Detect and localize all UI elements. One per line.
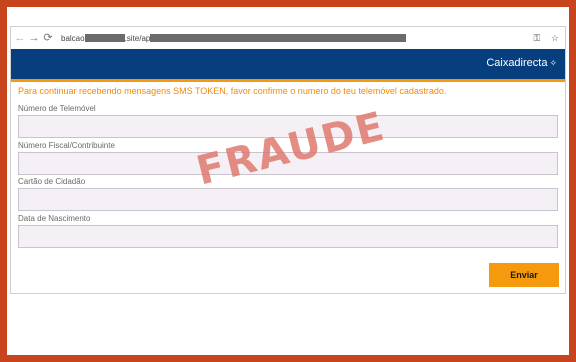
brand-name: Caixadirecta — [486, 57, 548, 69]
site-header: Caixadirecta ✧ — [11, 49, 565, 82]
field-label-cc: Cartão de Cidadão — [18, 177, 86, 186]
birth-date-input[interactable] — [18, 225, 558, 248]
url-field[interactable]: balcao .site/ap — [61, 33, 407, 43]
url-middle: .site/ap — [124, 33, 151, 43]
brand-mark-icon: ✧ — [549, 58, 557, 68]
url-redaction — [84, 34, 125, 42]
arrow-right-icon[interactable]: → — [27, 27, 41, 49]
address-bar: ← → ⟳ balcao .site/ap ⚿ ☆ — [11, 27, 565, 49]
field-label-phone: Número de Telemóvel — [18, 104, 96, 113]
star-icon[interactable]: ☆ — [551, 33, 559, 43]
key-icon[interactable]: ⚿ — [534, 33, 541, 43]
citizen-card-input[interactable] — [18, 188, 558, 211]
field-label-nif: Número Fiscal/Contribuinte — [18, 141, 115, 150]
url-redaction — [150, 34, 407, 42]
field-label-dob: Data de Nascimento — [18, 214, 91, 223]
submit-button[interactable]: Enviar — [489, 263, 559, 287]
arrow-left-icon[interactable]: ← — [13, 27, 27, 49]
reload-icon[interactable]: ⟳ — [41, 27, 55, 49]
instruction-message: Para continuar recebendo mensagens SMS T… — [18, 86, 447, 96]
url-prefix: balcao — [61, 33, 85, 43]
brand-logo[interactable]: Caixadirecta ✧ — [486, 57, 557, 69]
